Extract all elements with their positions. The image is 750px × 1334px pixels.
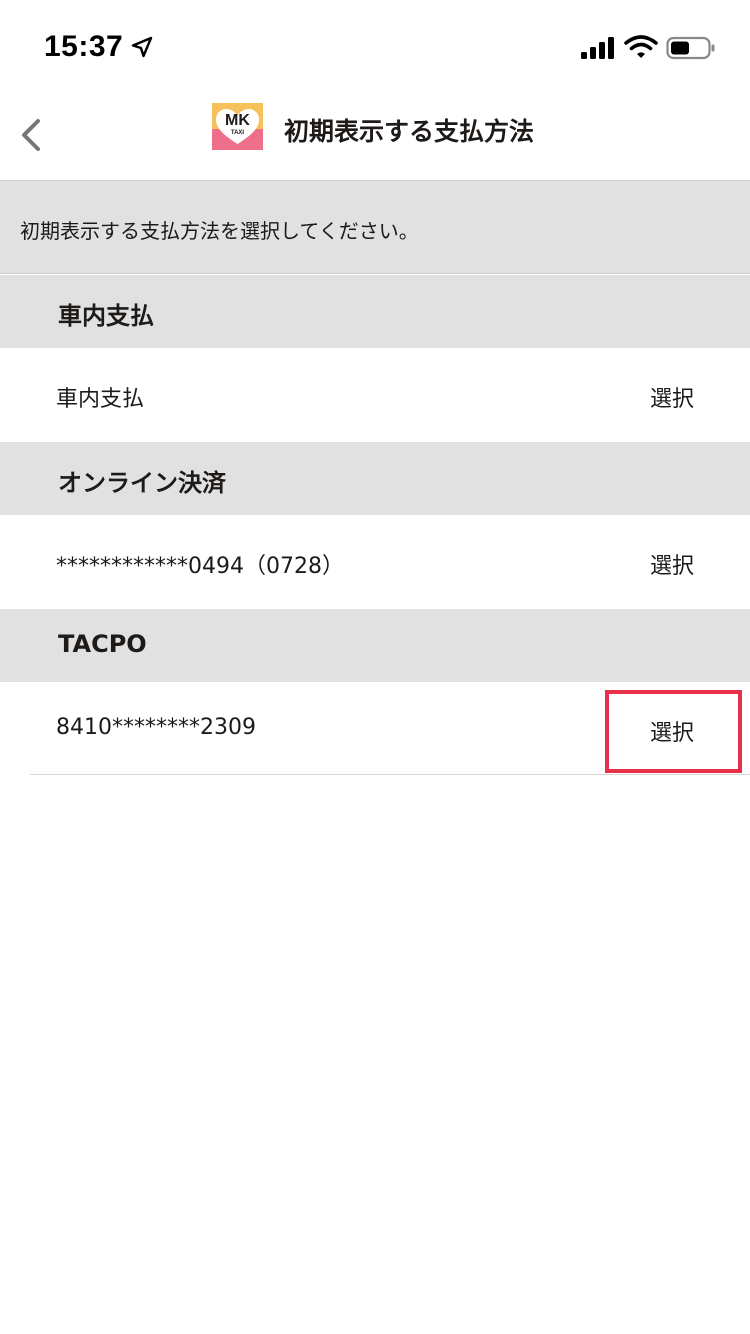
location-arrow-icon: [131, 36, 153, 58]
payment-option-label: 車内支払: [56, 387, 145, 412]
section-header-online-payment: オンライン決済: [0, 442, 750, 515]
section-header-label: 車内支払: [58, 302, 154, 330]
cellular-signal-icon: [581, 37, 614, 59]
instruction-banner: 初期表示する支払方法を選択してください。: [0, 181, 750, 274]
chevron-left-icon: [22, 119, 40, 151]
instruction-text: 初期表示する支払方法を選択してください。: [20, 219, 419, 243]
logo-text: MK: [225, 112, 250, 129]
section-header-label: オンライン決済: [58, 469, 226, 497]
logo-subtext: TAXI: [231, 130, 245, 136]
mk-taxi-logo: MK TAXI: [212, 103, 263, 150]
select-button[interactable]: 選択: [650, 381, 694, 413]
navigation-bar: MK TAXI 初期表示する支払方法: [0, 90, 750, 181]
section-header-in-car-payment: 車内支払: [0, 275, 750, 348]
page-title: 初期表示する支払方法: [284, 117, 535, 146]
back-button[interactable]: [10, 108, 50, 162]
highlight-box: [605, 690, 742, 773]
wifi-icon: [624, 35, 658, 58]
payment-option-label: 8410********2309: [56, 715, 256, 740]
status-bar: 15:37: [0, 0, 750, 90]
row-divider: [30, 774, 750, 775]
section-header-tacpo: TACPO: [0, 609, 750, 682]
battery-icon: [666, 36, 715, 60]
status-time: 15:37: [44, 30, 124, 63]
section-header-label: TACPO: [58, 630, 147, 658]
select-button[interactable]: 選択: [650, 548, 694, 580]
payment-option-credit-card[interactable]: ************0494（0728） 選択: [0, 515, 750, 608]
payment-option-in-car[interactable]: 車内支払 選択: [0, 348, 750, 441]
payment-option-label: ************0494（0728）: [56, 554, 344, 579]
